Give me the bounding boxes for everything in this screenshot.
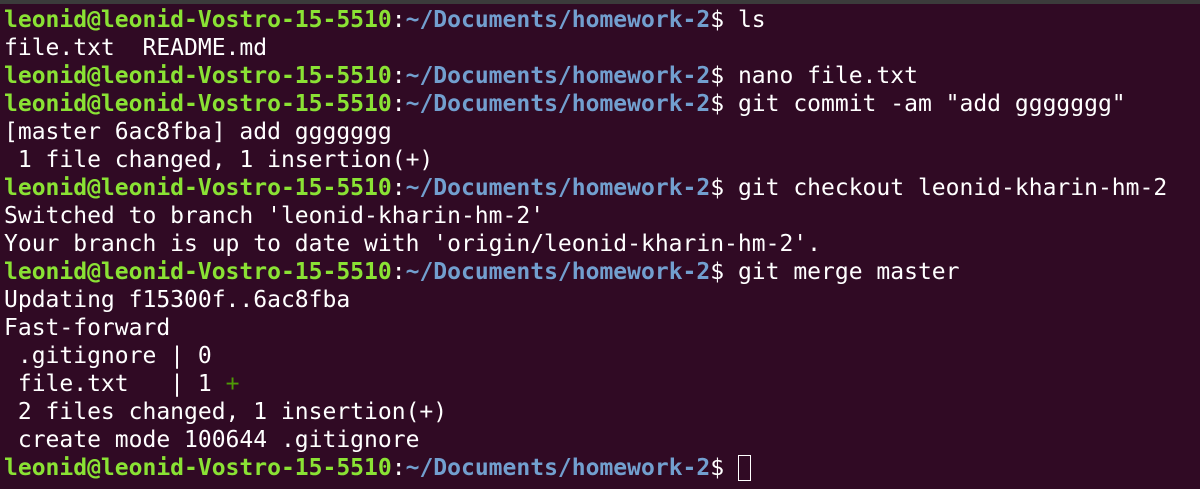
command-text: git checkout leonid-kharin-hm-2: [737, 175, 1168, 201]
command-text: nano file.txt: [737, 63, 918, 89]
prompt-colon: :: [391, 259, 406, 285]
output-text: Switched to branch 'leonid-kharin-hm-2': [4, 203, 545, 229]
prompt-path: ~/Documents/homework-2: [405, 455, 711, 481]
output-text: Fast-forward: [4, 315, 171, 341]
output-line: Your branch is up to date with 'origin/l…: [4, 230, 1200, 258]
diffstat-text: file.txt | 1: [4, 371, 226, 397]
prompt-path: ~/Documents/homework-2: [405, 7, 711, 33]
command-text: git commit -am "add ggggggg": [737, 91, 1126, 117]
prompt-path: ~/Documents/homework-2: [405, 175, 711, 201]
command-text: git merge master: [737, 259, 960, 285]
output-line: 2 files changed, 1 insertion(+): [4, 398, 1200, 426]
prompt-line: leonid@leonid-Vostro-15-5510:~/Documents…: [4, 454, 1200, 482]
window-top-edge: [0, 0, 1200, 4]
output-text: .gitignore | 0: [4, 343, 212, 369]
prompt-user-host: leonid@leonid-Vostro-15-5510: [4, 175, 392, 201]
prompt-user-host: leonid@leonid-Vostro-15-5510: [4, 63, 392, 89]
prompt-colon: :: [391, 91, 406, 117]
prompt-path: ~/Documents/homework-2: [405, 63, 711, 89]
output-line: Switched to branch 'leonid-kharin-hm-2': [4, 202, 1200, 230]
output-line: Updating f15300f..6ac8fba: [4, 286, 1200, 314]
prompt-user-host: leonid@leonid-Vostro-15-5510: [4, 7, 392, 33]
terminal-window[interactable]: leonid@leonid-Vostro-15-5510:~/Documents…: [0, 0, 1200, 489]
prompt-line: leonid@leonid-Vostro-15-5510:~/Documents…: [4, 90, 1200, 118]
prompt-line: leonid@leonid-Vostro-15-5510:~/Documents…: [4, 174, 1200, 202]
prompt-path: ~/Documents/homework-2: [405, 259, 711, 285]
prompt-path: ~/Documents/homework-2: [405, 91, 711, 117]
output-text: file.txt README.md: [4, 35, 268, 61]
prompt-dollar: $: [710, 91, 738, 117]
output-line: [master 6ac8fba] add ggggggg: [4, 118, 1200, 146]
output-line: .gitignore | 0: [4, 342, 1200, 370]
prompt-user-host: leonid@leonid-Vostro-15-5510: [4, 455, 392, 481]
output-text: [master 6ac8fba] add ggggggg: [4, 119, 392, 145]
prompt-dollar: $: [710, 455, 738, 481]
output-text: create mode 100644 .gitignore: [4, 427, 420, 453]
output-text: Your branch is up to date with 'origin/l…: [4, 231, 821, 257]
prompt-dollar: $: [710, 63, 738, 89]
output-text: 1 file changed, 1 insertion(+): [4, 147, 434, 173]
output-text: 2 files changed, 1 insertion(+): [4, 399, 448, 425]
prompt-line: leonid@leonid-Vostro-15-5510:~/Documents…: [4, 62, 1200, 90]
output-line: file.txt | 1 +: [4, 370, 1200, 398]
prompt-line: leonid@leonid-Vostro-15-5510:~/Documents…: [4, 258, 1200, 286]
output-line: Fast-forward: [4, 314, 1200, 342]
command-text: ls: [737, 7, 766, 33]
text-cursor[interactable]: [737, 455, 751, 481]
prompt-line: leonid@leonid-Vostro-15-5510:~/Documents…: [4, 6, 1200, 34]
output-line: file.txt README.md: [4, 34, 1200, 62]
prompt-colon: :: [391, 455, 406, 481]
output-text: Updating f15300f..6ac8fba: [4, 287, 351, 313]
prompt-dollar: $: [710, 259, 738, 285]
diffstat-plus: +: [225, 371, 240, 397]
prompt-dollar: $: [710, 175, 738, 201]
prompt-colon: :: [391, 175, 406, 201]
prompt-colon: :: [391, 7, 406, 33]
prompt-user-host: leonid@leonid-Vostro-15-5510: [4, 259, 392, 285]
prompt-user-host: leonid@leonid-Vostro-15-5510: [4, 91, 392, 117]
terminal-output: leonid@leonid-Vostro-15-5510:~/Documents…: [4, 6, 1200, 482]
output-line: 1 file changed, 1 insertion(+): [4, 146, 1200, 174]
prompt-dollar: $: [710, 7, 738, 33]
output-line: create mode 100644 .gitignore: [4, 426, 1200, 454]
prompt-colon: :: [391, 63, 406, 89]
